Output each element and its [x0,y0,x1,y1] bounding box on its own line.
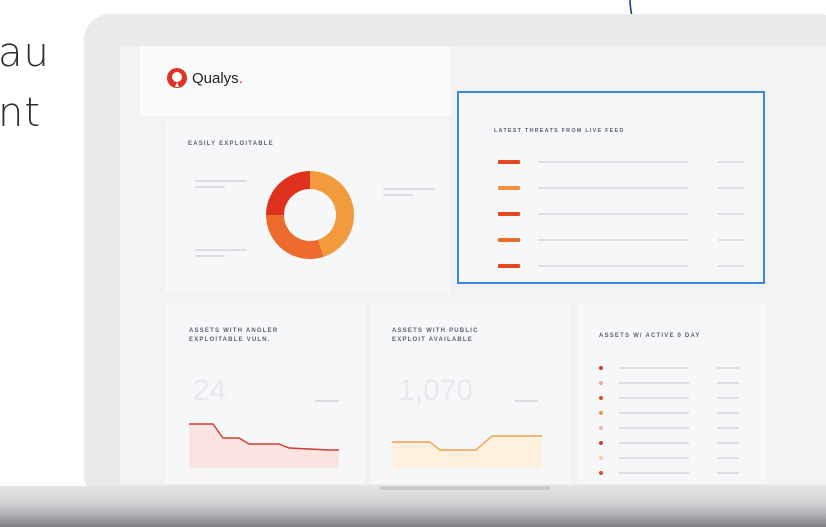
asset-text-placeholder [619,457,689,459]
legend-placeholder [195,249,247,251]
severity-dot [599,411,603,415]
legend-placeholder [383,188,435,190]
trend-placeholder [514,400,538,402]
brand-name: Qualys. [192,70,243,87]
highlight-callout-box [457,91,765,284]
severity-dot [599,456,603,460]
donut-slice [266,215,324,259]
dashboard-screen: Qualys. EASILY EXPLOITABLE LATEST THREAT… [120,46,826,484]
severity-dot [599,396,603,400]
asset-value-placeholder [717,382,739,384]
zero-day-panel: ASSETS W/ ACTIVE 0 DAY [577,304,767,484]
laptop-base-notch [380,486,550,490]
asset-value-placeholder [717,412,739,414]
asset-value-placeholder [717,427,739,429]
zero-day-row [599,366,759,371]
zero-day-row [599,471,759,476]
zero-day-row [599,411,759,416]
legend-placeholder [195,186,225,188]
public-exploit-trend-sparkline [392,435,542,468]
angler-exploitable-panel: ASSETS WITH ANGLER EXPLOITABLE VULN. 24 [165,304,365,484]
severity-dot [599,381,603,385]
angler-trend-sparkline [189,423,339,468]
panel-title-line-1: ASSETS WITH ANGLER [189,328,279,334]
easily-exploitable-panel: EASILY EXPLOITABLE [165,121,450,293]
zero-day-row [599,456,759,461]
qualys-logo-icon [167,68,187,88]
severity-dot [599,441,603,445]
panel-title-line-1: ASSETS WITH PUBLIC [392,328,479,334]
asset-text-placeholder [619,472,689,474]
asset-value-placeholder [717,442,739,444]
panel-title-line-2: EXPLOIT AVAILABLE [392,337,473,343]
asset-value-placeholder [717,457,739,459]
panel-title: ASSETS W/ ACTIVE 0 DAY [599,333,701,339]
asset-text-placeholder [619,427,689,429]
asset-value-placeholder [717,472,739,474]
panel-title: EASILY EXPLOITABLE [188,141,274,147]
trend-placeholder [315,400,339,402]
asset-text-placeholder [619,412,689,414]
severity-dot [599,426,603,430]
asset-value-placeholder [717,367,739,369]
asset-value-placeholder [717,397,739,399]
asset-text-placeholder [619,367,689,369]
exploitable-donut-chart [266,171,355,259]
asset-text-placeholder [619,442,689,444]
zero-day-row [599,441,759,446]
laptop-base [0,486,826,527]
legend-placeholder [383,194,413,196]
asset-count: 24 [193,374,227,407]
severity-dot [599,471,603,475]
panel-title-line-2: EXPLOITABLE VULN. [189,337,271,343]
zero-day-row [599,381,759,386]
severity-dot [599,366,603,370]
asset-count: 1,070 [398,374,474,407]
legend-placeholder [195,180,247,182]
donut-slice [266,171,310,215]
brand-header: Qualys. [140,46,450,116]
zero-day-row [599,426,759,431]
asset-text-placeholder [619,397,689,399]
public-exploit-panel: ASSETS WITH PUBLIC EXPLOIT AVAILABLE 1,0… [370,304,570,484]
asset-text-placeholder [619,382,689,384]
zero-day-row [599,396,759,401]
legend-placeholder [195,255,225,257]
